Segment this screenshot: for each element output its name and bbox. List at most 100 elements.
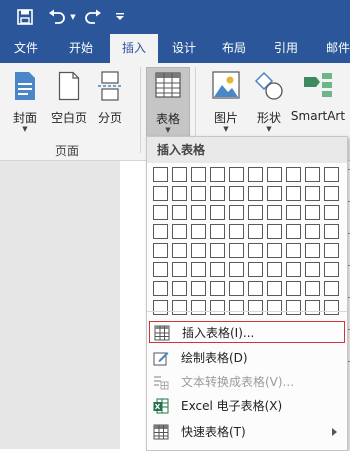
table-grid-cell[interactable] <box>153 205 168 220</box>
table-grid-cell[interactable] <box>229 186 244 201</box>
table-grid-cell[interactable] <box>172 262 187 277</box>
table-grid-cell[interactable] <box>324 243 339 258</box>
table-grid-cell[interactable] <box>191 243 206 258</box>
table-grid-cell[interactable] <box>267 205 282 220</box>
table-grid-cell[interactable] <box>248 224 263 239</box>
table-grid-cell[interactable] <box>286 167 301 182</box>
table-grid-cell[interactable] <box>267 224 282 239</box>
table-grid-cell[interactable] <box>229 300 244 315</box>
table-grid-cell[interactable] <box>153 300 168 315</box>
table-grid-cell[interactable] <box>324 281 339 296</box>
table-grid-cell[interactable] <box>248 186 263 201</box>
table-grid-cell[interactable] <box>286 205 301 220</box>
table-grid-cell[interactable] <box>153 243 168 258</box>
customize-qat-icon[interactable] <box>112 6 128 28</box>
tab-layout[interactable]: 布局 <box>212 34 256 63</box>
smartart-button[interactable]: SmartArt <box>290 67 346 133</box>
table-grid-cell[interactable] <box>248 243 263 258</box>
redo-icon[interactable] <box>82 6 104 28</box>
table-grid-cell[interactable] <box>324 224 339 239</box>
table-grid-cell[interactable] <box>248 300 263 315</box>
table-grid-cell[interactable] <box>305 186 320 201</box>
table-grid-cell[interactable] <box>286 186 301 201</box>
table-grid-cell[interactable] <box>229 205 244 220</box>
page-break-button[interactable]: 分页 <box>92 67 128 133</box>
table-grid-cell[interactable] <box>267 243 282 258</box>
table-grid-cell[interactable] <box>324 262 339 277</box>
table-grid-cell[interactable] <box>172 281 187 296</box>
table-grid-cell[interactable] <box>210 167 225 182</box>
table-grid-cell[interactable] <box>229 281 244 296</box>
table-grid-cell[interactable] <box>305 300 320 315</box>
table-grid-cell[interactable] <box>286 243 301 258</box>
table-grid-cell[interactable] <box>153 167 168 182</box>
menu-item-quick-tables[interactable]: 快速表格(T) <box>149 421 345 443</box>
table-grid-cell[interactable] <box>172 300 187 315</box>
table-grid-cell[interactable] <box>248 281 263 296</box>
table-grid-cell[interactable] <box>191 300 206 315</box>
save-icon[interactable] <box>14 6 36 28</box>
table-grid-cell[interactable] <box>324 300 339 315</box>
undo-icon[interactable] <box>46 6 68 28</box>
menu-item-insert-table[interactable]: 插入表格(I)... <box>149 321 345 343</box>
table-grid-cell[interactable] <box>191 186 206 201</box>
table-grid-cell[interactable] <box>210 281 225 296</box>
table-grid-cell[interactable] <box>305 281 320 296</box>
table-grid-cell[interactable] <box>305 243 320 258</box>
tab-insert[interactable]: 插入 <box>110 34 158 63</box>
table-grid-cell[interactable] <box>248 205 263 220</box>
table-grid-cell[interactable] <box>267 300 282 315</box>
table-grid-cell[interactable] <box>153 186 168 201</box>
table-grid-cell[interactable] <box>267 281 282 296</box>
table-grid-cell[interactable] <box>324 205 339 220</box>
tab-file[interactable]: 文件 <box>4 34 48 63</box>
table-grid-cell[interactable] <box>324 186 339 201</box>
table-grid-cell[interactable] <box>210 243 225 258</box>
table-grid-cell[interactable] <box>191 224 206 239</box>
table-grid-cell[interactable] <box>305 205 320 220</box>
table-grid-cell[interactable] <box>191 262 206 277</box>
table-grid-cell[interactable] <box>286 300 301 315</box>
table-grid-cell[interactable] <box>267 262 282 277</box>
table-grid-cell[interactable] <box>229 262 244 277</box>
cover-page-button[interactable]: 封面 ▼ <box>6 67 44 133</box>
table-grid-cell[interactable] <box>286 224 301 239</box>
table-grid-cell[interactable] <box>153 224 168 239</box>
table-grid-cell[interactable] <box>286 262 301 277</box>
menu-item-excel-spreadsheet[interactable]: Excel 电子表格(X) <box>149 395 345 417</box>
table-grid-cell[interactable] <box>229 243 244 258</box>
table-button[interactable]: 表格 ▼ <box>146 67 190 139</box>
menu-item-convert-text[interactable]: 文本转换成表格(V)... <box>149 371 345 393</box>
table-grid-cell[interactable] <box>229 167 244 182</box>
table-grid-cell[interactable] <box>153 262 168 277</box>
table-grid-cell[interactable] <box>210 186 225 201</box>
table-grid-cell[interactable] <box>191 205 206 220</box>
tab-design[interactable]: 设计 <box>162 34 206 63</box>
table-grid-cell[interactable] <box>191 281 206 296</box>
tab-mailings[interactable]: 邮件 <box>316 34 350 63</box>
tab-home[interactable]: 开始 <box>56 34 106 63</box>
table-grid-cell[interactable] <box>267 186 282 201</box>
tab-references[interactable]: 引用 <box>264 34 308 63</box>
table-grid-cell[interactable] <box>210 205 225 220</box>
shapes-button[interactable]: 形状 ▼ <box>248 67 290 133</box>
undo-dropdown-icon[interactable]: ▼ <box>68 6 78 28</box>
table-grid-cell[interactable] <box>210 262 225 277</box>
table-grid-cell[interactable] <box>172 205 187 220</box>
table-grid-cell[interactable] <box>210 224 225 239</box>
table-grid-cell[interactable] <box>172 186 187 201</box>
table-grid-cell[interactable] <box>305 262 320 277</box>
picture-button[interactable]: 图片 ▼ <box>206 67 246 133</box>
table-grid-cell[interactable] <box>286 281 301 296</box>
blank-page-button[interactable]: 空白页 <box>46 67 92 133</box>
table-grid-cell[interactable] <box>172 167 187 182</box>
table-grid-cell[interactable] <box>248 262 263 277</box>
table-grid-cell[interactable] <box>248 167 263 182</box>
table-grid-cell[interactable] <box>324 167 339 182</box>
table-grid-cell[interactable] <box>153 281 168 296</box>
table-grid-cell[interactable] <box>172 243 187 258</box>
menu-item-draw-table[interactable]: 绘制表格(D) <box>149 347 345 369</box>
table-grid-cell[interactable] <box>172 224 187 239</box>
table-grid-cell[interactable] <box>305 167 320 182</box>
table-grid-cell[interactable] <box>210 300 225 315</box>
